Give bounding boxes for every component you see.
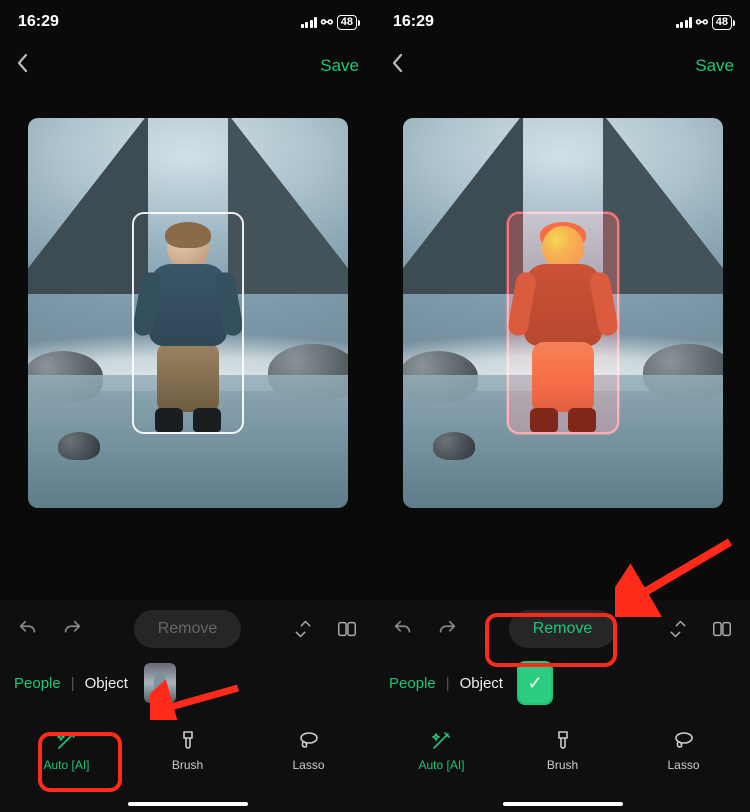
back-button[interactable] xyxy=(391,53,403,79)
tool-lasso[interactable]: Lasso xyxy=(269,728,349,772)
category-separator: | xyxy=(71,675,75,692)
tool-lasso-label: Lasso xyxy=(292,758,324,772)
tool-brush[interactable]: Brush xyxy=(523,728,603,772)
redo-button[interactable] xyxy=(429,611,465,647)
wand-icon xyxy=(430,728,454,752)
tool-row: Auto [AI] Brush Lasso xyxy=(0,708,375,792)
brush-icon xyxy=(551,728,575,752)
tool-brush-label: Brush xyxy=(547,758,578,772)
category-separator: | xyxy=(446,675,450,692)
wand-icon xyxy=(55,728,79,752)
canvas-area[interactable] xyxy=(0,88,375,600)
tool-auto-ai[interactable]: Auto [AI] xyxy=(27,728,107,772)
save-button[interactable]: Save xyxy=(320,56,359,76)
link-icon: ⚯ xyxy=(321,14,333,31)
tool-brush[interactable]: Brush xyxy=(148,728,228,772)
canvas-area[interactable] xyxy=(375,88,750,600)
battery-icon: 48 xyxy=(712,15,732,30)
tool-auto-ai[interactable]: Auto [AI] xyxy=(402,728,482,772)
redo-icon xyxy=(436,618,458,640)
chevron-left-icon xyxy=(391,53,403,73)
tool-row: Auto [AI] Brush Lasso xyxy=(375,708,750,792)
compare-button[interactable] xyxy=(329,611,365,647)
chevron-left-icon xyxy=(16,53,28,73)
top-bar: Save xyxy=(375,44,750,88)
undo-icon xyxy=(17,618,39,640)
left-screenshot: 16:29 ⚯ 48 Save xyxy=(0,0,375,812)
category-row: People | Object xyxy=(0,658,375,708)
right-screenshot: 16:29 ⚯ 48 Save xyxy=(375,0,750,812)
battery-icon: 48 xyxy=(337,15,357,30)
lasso-icon xyxy=(297,728,321,752)
compare-icon xyxy=(711,618,733,640)
tool-lasso-label: Lasso xyxy=(667,758,699,772)
top-bar: Save xyxy=(0,44,375,88)
status-right: ⚯ 48 xyxy=(676,14,732,31)
compare-button[interactable] xyxy=(704,611,740,647)
home-indicator[interactable] xyxy=(503,802,623,806)
undo-icon xyxy=(392,618,414,640)
bottom-toolbar: Remove People | Object Auto [AI] Brush xyxy=(0,600,375,812)
remove-button[interactable]: Remove xyxy=(509,610,617,648)
collapse-button[interactable] xyxy=(660,611,696,647)
action-row: Remove xyxy=(0,600,375,658)
selection-box-active[interactable] xyxy=(507,212,619,434)
edited-photo[interactable] xyxy=(403,118,723,508)
redo-icon xyxy=(61,618,83,640)
collapse-button[interactable] xyxy=(285,611,321,647)
bottom-toolbar: Remove People | Object Auto [AI] Brush xyxy=(375,600,750,812)
link-icon: ⚯ xyxy=(696,14,708,31)
category-object[interactable]: Object xyxy=(85,675,128,692)
status-time: 16:29 xyxy=(18,13,59,31)
status-bar: 16:29 ⚯ 48 xyxy=(375,0,750,44)
object-thumbnail-selected[interactable] xyxy=(519,663,551,703)
lasso-icon xyxy=(672,728,696,752)
undo-button[interactable] xyxy=(385,611,421,647)
tool-auto-label: Auto [AI] xyxy=(418,758,464,772)
remove-button[interactable]: Remove xyxy=(134,610,242,648)
undo-button[interactable] xyxy=(10,611,46,647)
collapse-icon xyxy=(668,619,688,639)
category-people[interactable]: People xyxy=(14,675,61,692)
brush-icon xyxy=(176,728,200,752)
selection-box[interactable] xyxy=(132,212,244,434)
collapse-icon xyxy=(293,619,313,639)
status-bar: 16:29 ⚯ 48 xyxy=(0,0,375,44)
signal-icon xyxy=(676,17,693,28)
redo-button[interactable] xyxy=(54,611,90,647)
tool-lasso[interactable]: Lasso xyxy=(644,728,724,772)
edited-photo[interactable] xyxy=(28,118,348,508)
status-time: 16:29 xyxy=(393,13,434,31)
object-thumbnail[interactable] xyxy=(144,663,176,703)
compare-icon xyxy=(336,618,358,640)
category-object[interactable]: Object xyxy=(460,675,503,692)
save-button[interactable]: Save xyxy=(695,56,734,76)
tool-brush-label: Brush xyxy=(172,758,203,772)
action-row: Remove xyxy=(375,600,750,658)
tool-auto-label: Auto [AI] xyxy=(43,758,89,772)
category-people[interactable]: People xyxy=(389,675,436,692)
status-right: ⚯ 48 xyxy=(301,14,357,31)
category-row: People | Object xyxy=(375,658,750,708)
home-indicator[interactable] xyxy=(128,802,248,806)
signal-icon xyxy=(301,17,318,28)
back-button[interactable] xyxy=(16,53,28,79)
